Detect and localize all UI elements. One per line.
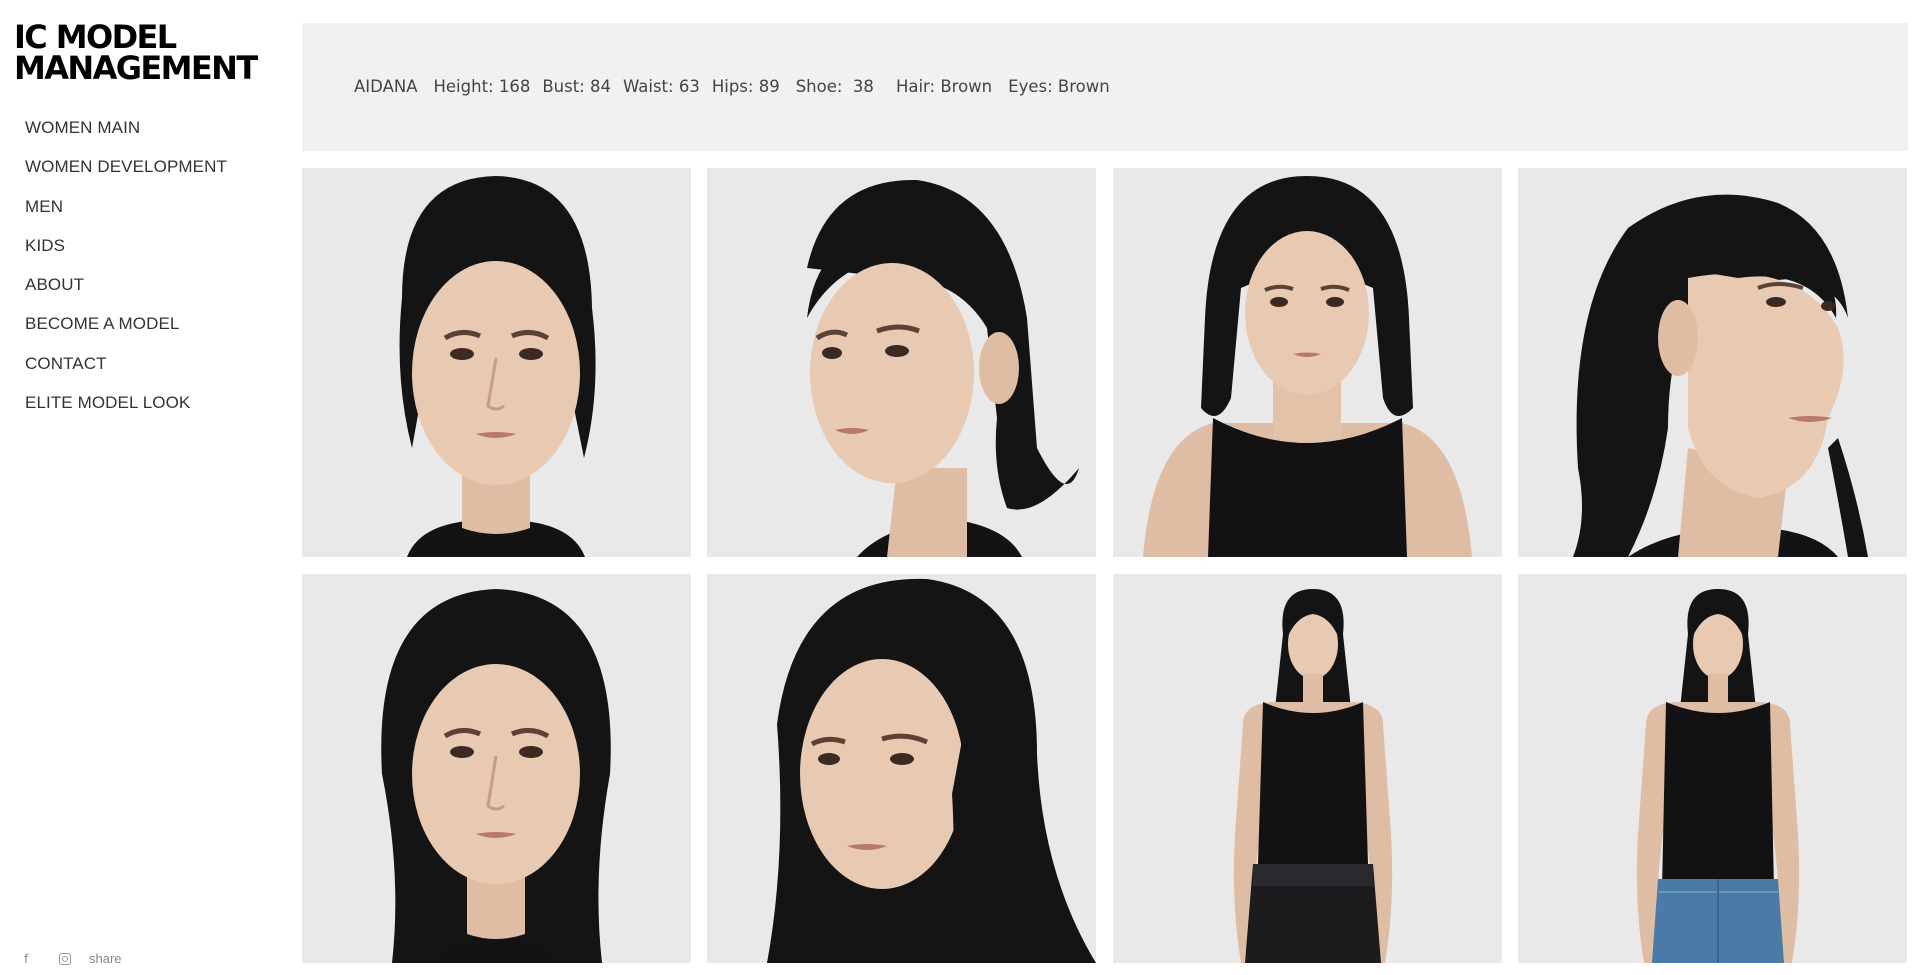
nav-item-about[interactable]: ABOUT bbox=[25, 275, 227, 314]
portrait-image bbox=[1517, 574, 1907, 963]
stat-waist: Waist: 63 bbox=[623, 77, 700, 96]
nav-item-elite-model-look[interactable]: ELITE MODEL LOOK bbox=[25, 393, 227, 432]
gallery-photo[interactable] bbox=[707, 168, 1097, 557]
stat-bust: Bust: 84 bbox=[542, 77, 611, 96]
portrait-image bbox=[707, 574, 1097, 963]
facebook-icon[interactable]: f bbox=[24, 952, 36, 966]
gallery-photo[interactable] bbox=[1112, 168, 1502, 557]
model-name: AIDANA bbox=[354, 77, 418, 96]
gallery-photo[interactable] bbox=[302, 574, 691, 963]
gallery-photo[interactable] bbox=[1517, 168, 1907, 557]
brand-logo[interactable]: IC MODEL MANAGEMENT bbox=[14, 21, 258, 87]
portrait-image bbox=[1112, 574, 1502, 963]
stat-eyes: Eyes: Brown bbox=[1008, 77, 1110, 96]
stat-hair: Hair: Brown bbox=[895, 77, 993, 96]
nav-item-kids[interactable]: KIDS bbox=[25, 236, 227, 275]
gallery-photo[interactable] bbox=[302, 168, 691, 557]
portrait-image bbox=[707, 168, 1097, 557]
nav-item-men[interactable]: MEN bbox=[25, 197, 227, 236]
stat-shoe: Shoe: 38 bbox=[795, 77, 874, 96]
portrait-image bbox=[1112, 168, 1502, 557]
nav-item-women-development[interactable]: WOMEN DEVELOPMENT bbox=[25, 157, 227, 196]
gallery-photo[interactable] bbox=[707, 574, 1097, 963]
instagram-icon[interactable] bbox=[59, 952, 71, 965]
share-link[interactable]: share bbox=[89, 951, 122, 966]
gallery-photo[interactable] bbox=[1517, 574, 1907, 963]
portrait-image bbox=[302, 168, 691, 557]
stat-hips: Hips: 89 bbox=[711, 77, 780, 96]
nav-item-become-a-model[interactable]: BECOME A MODEL bbox=[25, 314, 227, 353]
gallery-photo[interactable] bbox=[1112, 574, 1502, 963]
model-stats: AIDANA Height: 168 Bust: 84 Waist: 63 Hi… bbox=[354, 77, 1122, 96]
sidebar: IC MODEL MANAGEMENT WOMEN MAIN WOMEN DEV… bbox=[0, 0, 300, 975]
social-links: f share bbox=[24, 951, 122, 966]
photo-gallery bbox=[302, 168, 1908, 963]
brand-line-2: MANAGEMENT bbox=[14, 49, 258, 87]
portrait-image bbox=[302, 574, 691, 963]
portrait-image bbox=[1517, 168, 1907, 557]
nav-item-contact[interactable]: CONTACT bbox=[25, 354, 227, 393]
nav-item-women-main[interactable]: WOMEN MAIN bbox=[25, 118, 227, 157]
stat-height: Height: 168 bbox=[433, 77, 531, 96]
model-stats-bar: AIDANA Height: 168 Bust: 84 Waist: 63 Hi… bbox=[302, 23, 1908, 151]
main-nav: WOMEN MAIN WOMEN DEVELOPMENT MEN KIDS AB… bbox=[25, 118, 227, 432]
